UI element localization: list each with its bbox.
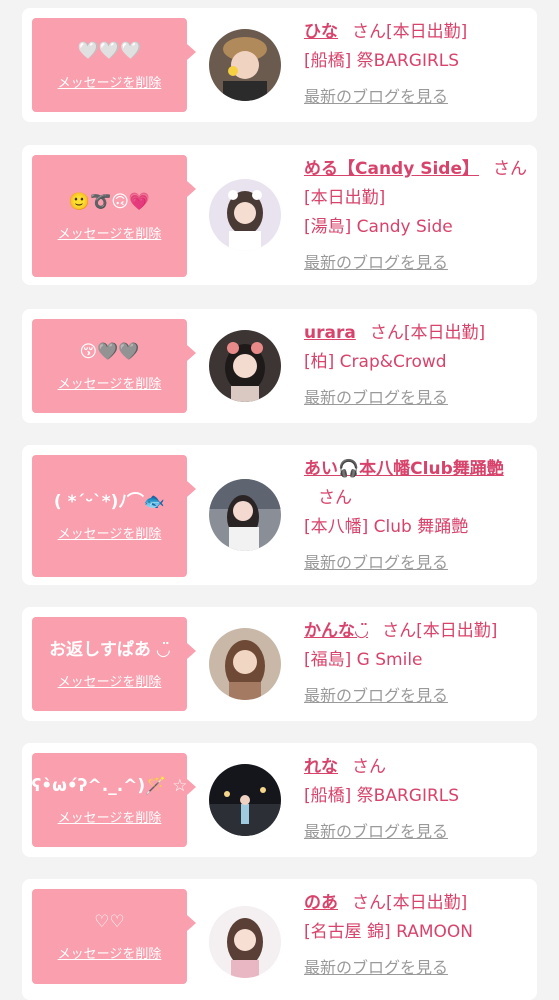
message-text: お返しすぱあ ◡̈ <box>49 639 170 660</box>
cast-info: あい🎧本八幡Club舞踊艶さん [本八幡] Club 舞踊艶 最新のブログを見る <box>304 455 529 577</box>
working-today-status: [本日出勤] <box>386 22 468 42</box>
cast-info: かんな◡̈ さん[本日出勤] [福島] G Smile 最新のブログを見る <box>304 617 529 710</box>
avatar[interactable] <box>209 479 281 551</box>
blog-link[interactable]: 最新のブログを見る <box>304 82 529 111</box>
working-today-status: [本日出勤] <box>403 323 486 343</box>
delete-message-link[interactable]: メッセージを削除 <box>58 671 162 690</box>
message-bubble: お返しすぱあ ◡̈ メッセージを削除 <box>32 617 196 711</box>
cast-name-link[interactable]: urara <box>304 323 356 343</box>
message-bubble: 🤍🤍🤍 メッセージを削除 <box>32 18 196 112</box>
cast-name-link[interactable]: のあ <box>304 893 338 913</box>
delete-message-link[interactable]: メッセージを削除 <box>58 223 162 242</box>
delete-message-link[interactable]: メッセージを削除 <box>58 72 162 91</box>
blog-link[interactable]: 最新のブログを見る <box>304 248 529 277</box>
shop-name: [柏] Crap&Crowd <box>304 352 447 372</box>
cast-info: ひな さん[本日出勤] [船橋] 祭BARGIRLS 最新のブログを見る <box>304 18 529 111</box>
cast-info: のあ さん[本日出勤] [名古屋 錦] RAMOON 最新のブログを見る <box>304 889 529 982</box>
avatar[interactable] <box>209 764 281 836</box>
cast-info: urara さん[本日出勤] [柏] Crap&Crowd 最新のブログを見る <box>304 319 529 412</box>
honorific: さん <box>352 22 386 42</box>
working-today-status: [本日出勤] <box>416 621 498 641</box>
blog-link[interactable]: 最新のブログを見る <box>304 953 529 982</box>
avatar[interactable] <box>209 906 281 978</box>
cast-info: める【Candy Side】 さん [本日出勤] [湯島] Candy Side 最… <box>304 155 529 277</box>
honorific: さん <box>352 893 386 913</box>
shop-name: [船橋] 祭BARGIRLS <box>304 51 460 71</box>
shop-name: [福島] G Smile <box>304 650 423 670</box>
blog-link[interactable]: 最新のブログを見る <box>304 817 529 846</box>
message-card: ( *ˊᵕˋ*)ﾉ⌒🐟 メッセージを削除 あい🎧本八幡Club舞踊艶さん [本八… <box>22 445 537 585</box>
honorific: さん <box>352 757 386 777</box>
message-text: 🙂➰🙃💗 <box>68 191 151 212</box>
delete-message-link[interactable]: メッセージを削除 <box>58 373 162 392</box>
message-card: お返しすぱあ ◡̈ メッセージを削除 かんな◡̈ さん[本日出勤] [福島] G … <box>22 607 537 721</box>
blog-link[interactable]: 最新のブログを見る <box>304 681 529 710</box>
message-text: 🤍🤍🤍 <box>77 40 142 61</box>
cast-name-link[interactable]: あい🎧本八幡Club舞踊艶 <box>304 459 504 479</box>
message-card: ♡♡ メッセージを削除 のあ さん[本日出勤] [名古屋 錦] RAMOON 最新… <box>22 879 537 1000</box>
avatar[interactable] <box>209 29 281 101</box>
cast-name-link[interactable]: ひな <box>304 22 338 42</box>
working-today-status: [本日出勤] <box>304 188 386 208</box>
message-bubble: 😚🩶🩶 メッセージを削除 <box>32 319 196 413</box>
cast-name-link[interactable]: かんな◡̈ <box>304 621 368 641</box>
cast-info: れな さん [船橋] 祭BARGIRLS 最新のブログを見る <box>304 753 529 846</box>
message-text: ♡♡ <box>94 912 125 932</box>
message-text: ( *ˊᵕˋ*)ﾉ⌒🐟 <box>53 491 166 512</box>
avatar[interactable] <box>209 628 281 700</box>
blog-link[interactable]: 最新のブログを見る <box>304 383 529 412</box>
honorific: さん <box>493 159 527 179</box>
working-today-status: [本日出勤] <box>386 893 468 913</box>
message-text: 😚🩶🩶 <box>79 341 140 362</box>
delete-message-link[interactable]: メッセージを削除 <box>58 807 162 826</box>
delete-message-link[interactable]: メッセージを削除 <box>58 523 162 542</box>
avatar[interactable] <box>209 179 281 251</box>
shop-name: [名古屋 錦] RAMOON <box>304 922 473 942</box>
honorific: さん <box>369 323 404 343</box>
shop-name: [湯島] Candy Side <box>304 217 453 237</box>
message-bubble: ʕ•̀ω•́ʔ^._.^)🪄 ☆ メッセージを削除 <box>31 753 196 847</box>
message-card: ʕ•̀ω•́ʔ^._.^)🪄 ☆ メッセージを削除 れな さん [船橋] 祭BAR… <box>22 743 537 857</box>
message-card: 😚🩶🩶 メッセージを削除 urara さん[本日出勤] [柏] Crap&Crow… <box>22 309 537 423</box>
message-bubble: ( *ˊᵕˋ*)ﾉ⌒🐟 メッセージを削除 <box>32 455 196 577</box>
shop-name: [本八幡] Club 舞踊艶 <box>304 517 469 537</box>
message-list: 🤍🤍🤍 メッセージを削除 ひな さん[本日出勤] [船橋] 祭BARGIRLS 最… <box>0 0 559 1000</box>
blog-link[interactable]: 最新のブログを見る <box>304 548 529 577</box>
message-card: 🙂➰🙃💗 メッセージを削除 める【Candy Side】 さん [本日出勤] [湯島… <box>22 145 537 285</box>
honorific: さん <box>318 488 352 508</box>
shop-name: [船橋] 祭BARGIRLS <box>304 786 460 806</box>
cast-name-link[interactable]: める【Candy Side】 <box>304 159 479 179</box>
delete-message-link[interactable]: メッセージを削除 <box>58 943 162 962</box>
cast-name-link[interactable]: れな <box>304 757 338 777</box>
message-card: 🤍🤍🤍 メッセージを削除 ひな さん[本日出勤] [船橋] 祭BARGIRLS 最… <box>22 8 537 122</box>
message-bubble: ♡♡ メッセージを削除 <box>32 889 196 984</box>
message-text: ʕ•̀ω•́ʔ^._.^)🪄 ☆ <box>31 775 188 796</box>
honorific: さん <box>382 621 417 641</box>
avatar[interactable] <box>209 330 281 402</box>
message-bubble: 🙂➰🙃💗 メッセージを削除 <box>32 155 196 277</box>
